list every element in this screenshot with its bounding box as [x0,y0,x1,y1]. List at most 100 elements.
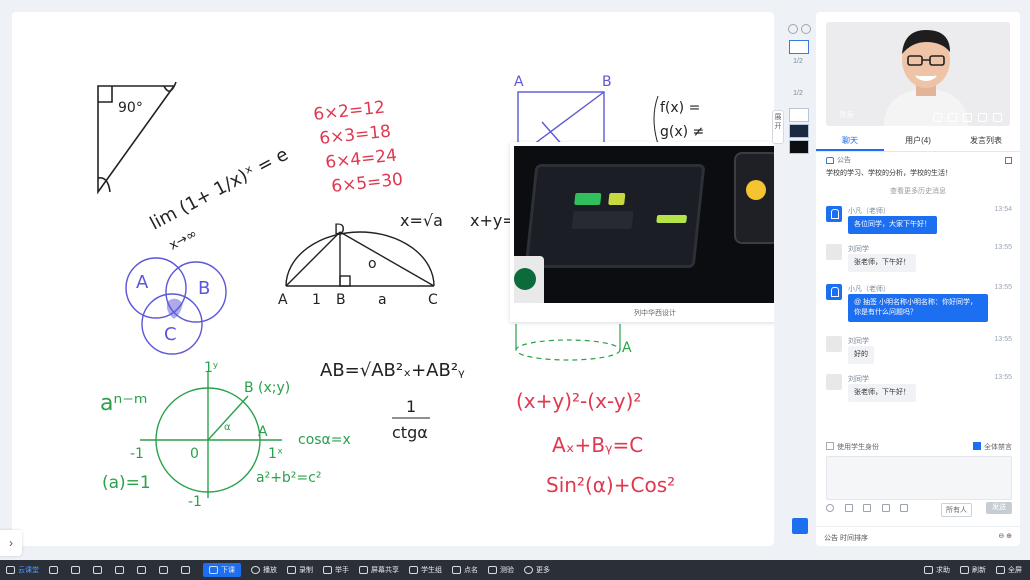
svg-text:(a)=1: (a)=1 [102,473,151,493]
refresh-button[interactable]: 刷新 [960,565,986,575]
announcement-icon [826,156,834,164]
settings-button[interactable] [137,566,149,574]
avatar [826,244,842,260]
svg-text:Aₓ+Bᵧ=C: Aₓ+Bᵧ=C [552,433,643,457]
svg-text:1ʸ: 1ʸ [204,360,218,376]
student-group-button[interactable]: 学生组 [409,565,442,575]
chat-input[interactable] [826,456,1012,500]
popout-icon[interactable] [963,113,972,122]
svg-text:A: A [136,272,149,293]
page-thumb-3[interactable] [789,124,809,138]
tab-users[interactable]: 用户(4) [884,132,952,151]
whiteboard-canvas[interactable]: 90° lim (1+ 1/x)ˣ = e x→∞ 6×2=12 6×3=18 … [12,12,774,546]
footer-sort[interactable]: 公告 时间排序 [824,533,868,543]
svg-text:B: B [336,292,346,308]
more-tools-icon[interactable] [900,504,909,512]
message-time: 13:55 [994,244,1012,251]
speaker-button[interactable] [49,566,61,574]
svg-text:-1: -1 [188,494,202,510]
page-strip: 1/2 1/2 展开 [772,12,816,546]
play-button[interactable]: 播放 [251,565,277,575]
drawing-cylinder: A [515,324,632,361]
page-thumb-4[interactable] [789,140,809,154]
record-icon [287,566,296,574]
side-tab-toggle[interactable]: 展开 [772,110,784,144]
svg-text:α: α [224,422,231,433]
emoji-icon[interactable] [826,504,834,512]
help-button[interactable]: 求助 [924,565,950,575]
record-button[interactable]: 录制 [287,565,313,575]
quiz-icon [488,566,497,574]
edit-notice-icon[interactable] [1005,156,1012,164]
drawing-sum-formula: x+y= [470,211,516,230]
svg-text:a: a [378,292,387,308]
end-class-button[interactable]: 下课 [203,563,241,577]
avatar [826,284,842,300]
fullscreen-button[interactable]: 全屏 [996,565,1022,575]
quiz-button[interactable]: 测验 [488,565,514,575]
page-thumb-2[interactable] [789,108,809,122]
send-to-select[interactable]: 所有人 [941,503,972,517]
expand-toolbar-button[interactable]: › [0,530,22,556]
remove-page-icon[interactable] [801,24,811,34]
svg-text:g(x) ≠: g(x) ≠ [660,124,704,140]
svg-text:1: 1 [406,397,416,416]
logo-icon [6,566,15,574]
svg-text:cosα=x: cosα=x [298,432,351,448]
expand-icon[interactable] [948,113,957,122]
layout-icon [115,566,124,574]
student-identity-checkbox[interactable] [826,442,834,450]
info-button[interactable] [159,566,171,574]
message-author: 小凡（老师） [848,208,890,215]
security-button[interactable] [181,566,193,574]
bottom-toolbar: 云课堂 下课 播放 录制 举手 屏幕共享 学生组 点名 测验 更多 求助 刷新 … [0,560,1030,580]
mic-button[interactable] [71,566,83,574]
play-icon [251,566,260,574]
teacher-video[interactable]: 陈辰 [826,22,1010,126]
send-button[interactable]: 发送 [986,502,1012,514]
page-thumb-1[interactable] [789,40,809,54]
notice-header: 公告 [826,154,1012,166]
roll-call-button[interactable]: 点名 [452,565,478,575]
notice-block: 公告 学校的学习、学校的分析，学校的生活！ [826,154,1012,178]
tab-chat[interactable]: 聊天 [816,132,884,151]
fullscreen-label: 全屏 [1008,567,1022,574]
tab-speakers[interactable]: 发言列表 [952,132,1020,151]
more-button[interactable]: 更多 [524,565,550,575]
quiz-label: 测验 [500,567,514,574]
camera-button[interactable] [93,566,105,574]
mute-all-option: 全体禁言 [973,442,1012,452]
group-icon [409,566,418,574]
file-icon[interactable] [863,504,872,512]
help-label: 求助 [936,567,950,574]
drawing-fraction: 1 ctgα [392,397,430,442]
video-name-label: 陈辰 [840,112,854,119]
svg-text:o: o [368,256,377,272]
message-time: 13:55 [994,374,1012,381]
message-author: 刘同学 [848,246,869,253]
image-icon[interactable] [844,504,853,512]
screenshot-icon[interactable] [881,504,890,512]
power-icon [209,566,218,574]
notice-text: 学校的学习、学校的分析，学校的生活！ [826,170,952,177]
embedded-image-card[interactable]: 列中华西设计 [510,142,774,322]
raise-hand-button[interactable]: 举手 [323,565,349,575]
drawing-venn-diagram: A B C [125,257,227,355]
screen-share-icon [359,566,368,574]
footer-zoom[interactable]: ⊖ ⊕ [998,532,1012,540]
switch-camera-icon[interactable] [933,113,942,122]
svg-text:0: 0 [190,446,199,462]
microphone-icon[interactable] [993,113,1002,122]
load-more-messages[interactable]: 查看更多历史消息 [816,186,1020,196]
dashboard-mockup-image [514,146,774,303]
add-page-icon[interactable] [788,24,798,34]
folder-icon[interactable] [792,518,808,534]
screen-share-button[interactable]: 屏幕共享 [359,565,399,575]
svg-text:B (x;y): B (x;y) [244,380,290,396]
bottom-right-group: 求助 刷新 全屏 [914,565,1022,575]
info-icon [159,566,168,574]
layout-button[interactable] [115,566,127,574]
microphone-icon [71,566,80,574]
svg-text:-1: -1 [130,446,144,462]
mute-all-checkbox[interactable] [973,442,981,450]
